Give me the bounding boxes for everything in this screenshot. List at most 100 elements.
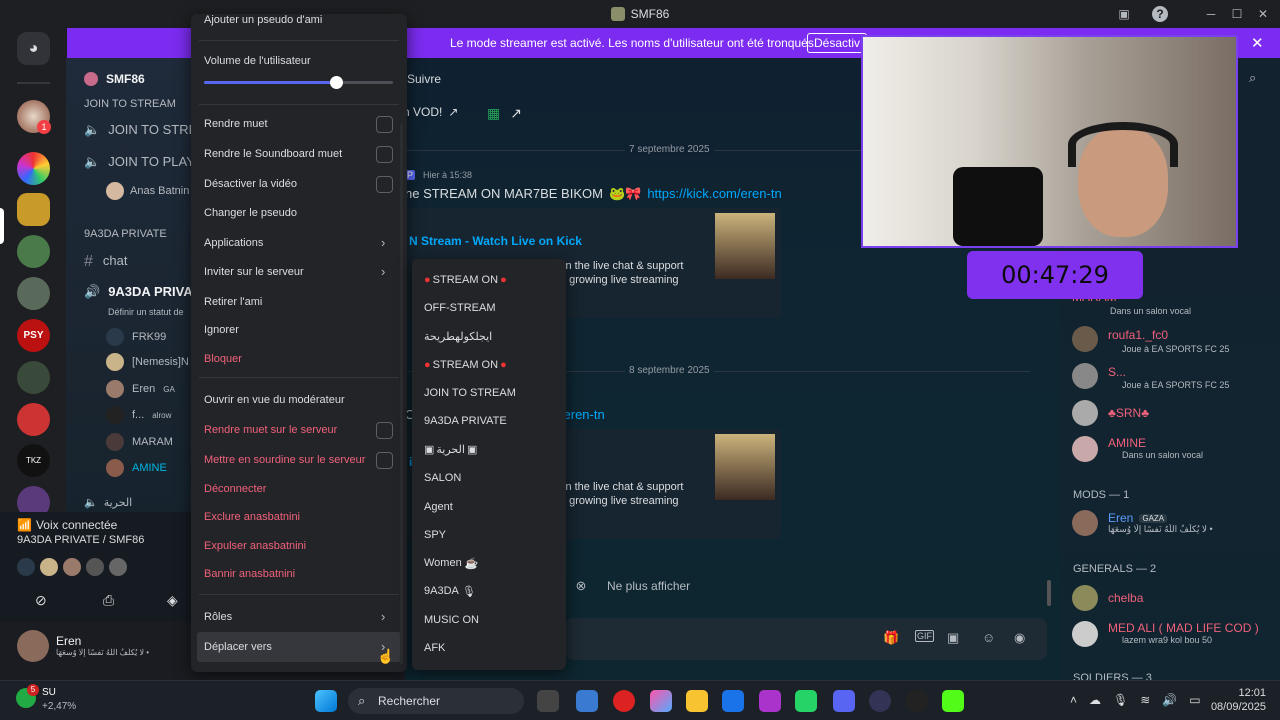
- start-windows-icon[interactable]: [315, 690, 337, 712]
- server-icon-5[interactable]: [17, 277, 50, 310]
- avatar[interactable]: [1072, 621, 1098, 647]
- server-icon-4[interactable]: [17, 235, 50, 268]
- member-name[interactable]: MED ALI ( MAD LIFE COD ): [1108, 621, 1259, 635]
- submenu-item[interactable]: 9A3DA 🎙: [424, 585, 476, 598]
- kick-icon[interactable]: [942, 690, 964, 712]
- voice-channel-horria[interactable]: 🔈 الحرية: [84, 496, 132, 509]
- emoji-picker-icon[interactable]: ☺: [982, 630, 995, 645]
- avatar[interactable]: [1072, 510, 1098, 536]
- close-banner-icon[interactable]: ✕: [1251, 34, 1264, 52]
- submenu-item[interactable]: AFK: [424, 642, 445, 654]
- app-icon[interactable]: [576, 690, 598, 712]
- opera-icon[interactable]: [613, 690, 635, 712]
- checkbox[interactable]: [376, 422, 393, 439]
- home-discord-icon[interactable]: ◕: [17, 32, 50, 65]
- search-icon[interactable]: ⌕: [1249, 70, 1256, 86]
- wifi-icon[interactable]: ≋: [1140, 693, 1150, 707]
- whatsapp-icon[interactable]: [795, 690, 817, 712]
- member-name[interactable]: roufa1._fc0: [1108, 328, 1168, 342]
- opera-gx-icon[interactable]: [869, 690, 891, 712]
- message-input[interactable]: 🎁 GIF ▣ ☺ ◉: [565, 618, 1047, 660]
- avatar[interactable]: [86, 558, 104, 576]
- submenu-item[interactable]: JOIN TO STREAM: [424, 387, 516, 399]
- checkbox[interactable]: [376, 452, 393, 469]
- avatar[interactable]: [17, 630, 49, 662]
- menu-item-disable-video[interactable]: Désactiver la vidéo: [204, 178, 297, 190]
- menu-item-change-nickname[interactable]: Changer le pseudo: [204, 207, 297, 219]
- voice-user[interactable]: Anas Batnin: [106, 182, 189, 200]
- discord-icon[interactable]: [833, 690, 855, 712]
- store-icon[interactable]: [722, 690, 744, 712]
- avatar[interactable]: [1072, 585, 1098, 611]
- task-view-icon[interactable]: [537, 690, 559, 712]
- checkbox[interactable]: [376, 146, 393, 163]
- volume-handle[interactable]: [330, 76, 344, 89]
- copilot-icon[interactable]: [650, 690, 672, 712]
- camera-off-icon[interactable]: ⊘: [35, 592, 47, 609]
- menu-item-mute-soundboard[interactable]: Rendre le Soundboard muet: [204, 148, 342, 160]
- menu-item-block[interactable]: Bloquer: [204, 353, 242, 365]
- taskbar-search[interactable]: ⌕ Rechercher: [348, 688, 524, 714]
- server-icon-2[interactable]: [17, 152, 50, 185]
- embed-title[interactable]: N Stream - Watch Live on Kick: [409, 234, 582, 248]
- voice-connected-status[interactable]: 📶 Voix connectée: [17, 518, 117, 532]
- checkbox[interactable]: [376, 116, 393, 133]
- voice-channel-9a3da[interactable]: 🔊 9A3DA PRIVAT: [84, 284, 200, 300]
- menu-item-roles[interactable]: Rôles: [204, 611, 232, 623]
- avatar[interactable]: [1072, 400, 1098, 426]
- vod-link[interactable]: h VOD! ↗: [403, 105, 458, 119]
- chevron-up-icon[interactable]: ˄: [1070, 693, 1077, 707]
- voice-user[interactable]: FRK99: [106, 328, 166, 346]
- screen-share-icon[interactable]: ⎙: [103, 592, 114, 609]
- voice-status[interactable]: Définir un statut de: [108, 307, 184, 317]
- menu-item-ban[interactable]: Bannir anasbatnini: [204, 568, 295, 580]
- file-explorer-icon[interactable]: [686, 690, 708, 712]
- voice-channel-join-play[interactable]: 🔈 JOIN TO PLAY: [84, 154, 195, 170]
- volume-slider[interactable]: [204, 76, 393, 89]
- menu-item-ignore[interactable]: Ignorer: [204, 324, 239, 336]
- voice-user[interactable]: AMINE: [106, 459, 167, 477]
- avatar[interactable]: [1072, 363, 1098, 389]
- clock-time[interactable]: 12:01: [1214, 687, 1266, 699]
- battery-icon[interactable]: ▭: [1189, 693, 1200, 707]
- submenu-item[interactable]: Agent: [424, 501, 453, 513]
- submenu-item[interactable]: 9A3DA PRIVATE: [424, 415, 507, 427]
- member-name[interactable]: ♣SRN♣: [1108, 406, 1149, 420]
- sticker-icon[interactable]: ▣: [947, 630, 959, 646]
- menu-item-remove-friend[interactable]: Retirer l'ami: [204, 296, 262, 308]
- stock-name[interactable]: SU: [42, 687, 56, 698]
- embed-thumbnail[interactable]: [715, 213, 775, 279]
- submenu-item[interactable]: ● STREAM ON ●: [424, 359, 507, 371]
- close-window-button[interactable]: ✕: [1255, 6, 1271, 22]
- avatar[interactable]: [109, 558, 127, 576]
- category-join-to-stream[interactable]: JOIN TO STREAM: [84, 98, 176, 110]
- help-icon[interactable]: ?: [1152, 6, 1168, 22]
- menu-item-invite[interactable]: Inviter sur le serveur: [204, 266, 304, 278]
- menu-item-server-mute[interactable]: Rendre muet sur le serveur: [204, 424, 337, 436]
- avatar[interactable]: [1072, 326, 1098, 352]
- avatar[interactable]: [17, 558, 35, 576]
- server-header[interactable]: SMF86: [84, 72, 145, 86]
- submenu-item[interactable]: SPY: [424, 529, 446, 541]
- menu-scrollbar[interactable]: [400, 124, 403, 664]
- submenu-item[interactable]: OFF-STREAM: [424, 302, 496, 314]
- menu-item-kick[interactable]: Expulser anasbatnini: [204, 540, 306, 552]
- voice-user[interactable]: f... alrow: [106, 406, 171, 424]
- member-name[interactable]: S...: [1108, 365, 1126, 379]
- gift-icon[interactable]: 🎁: [883, 630, 899, 646]
- maximize-button[interactable]: ☐: [1229, 6, 1245, 22]
- submenu-item[interactable]: ايجلكولهطريحة: [424, 330, 492, 343]
- scrollbar[interactable]: [1047, 580, 1051, 606]
- menu-item-add-nickname[interactable]: Ajouter un pseudo d'ami: [204, 14, 322, 26]
- submenu-item[interactable]: Women ☕: [424, 557, 478, 570]
- menu-item-timeout[interactable]: Exclure anasbatnini: [204, 511, 300, 523]
- menu-item-moderator-view[interactable]: Ouvrir en vue du modérateur: [204, 394, 345, 406]
- cloud-icon[interactable]: ☁: [1089, 693, 1101, 707]
- menu-item-server-deafen[interactable]: Mettre en sourdine sur le serveur: [204, 454, 365, 466]
- menu-item-applications[interactable]: Applications: [204, 237, 263, 249]
- voice-user[interactable]: [Nemesis]N: [106, 353, 189, 371]
- kick-link[interactable]: ▦ ↗: [487, 105, 522, 122]
- avatar[interactable]: [63, 558, 81, 576]
- mic-icon[interactable]: 🎙: [1113, 693, 1128, 707]
- member-name[interactable]: AMINE: [1108, 436, 1146, 450]
